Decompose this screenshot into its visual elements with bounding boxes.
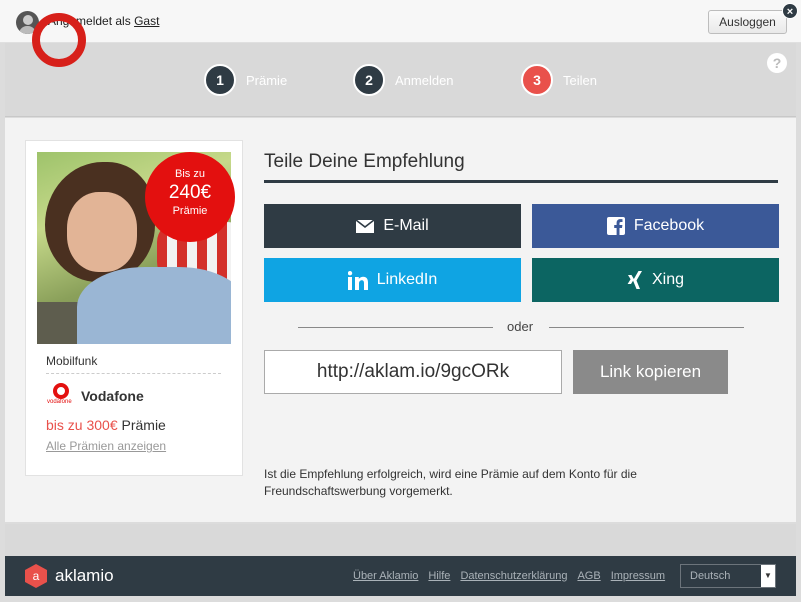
step-number: 2	[353, 64, 385, 96]
or-divider-left	[298, 327, 493, 328]
footer-band	[5, 524, 796, 556]
xing-share-button[interactable]: Xing	[532, 258, 779, 302]
card-divider	[46, 373, 221, 374]
linkedin-icon	[347, 270, 368, 290]
step-number: 3	[521, 64, 553, 96]
footer-link-hilfe[interactable]: Hilfe	[428, 570, 450, 582]
badge-amount: 240€	[168, 182, 212, 203]
language-select[interactable]: Deutsch ▼	[680, 564, 776, 588]
close-icon[interactable]: ×	[782, 3, 798, 19]
footer-link-agb[interactable]: AGB	[577, 570, 600, 582]
linkedin-share-button[interactable]: LinkedIn	[264, 258, 521, 302]
progress-steps: 1 Prämie 2 Anmelden 3 Teilen ?	[5, 13, 796, 117]
email-share-label: E-Mail	[383, 217, 429, 234]
facebook-share-label: Facebook	[633, 217, 705, 234]
copy-link-button[interactable]: Link kopieren	[573, 350, 728, 394]
facebook-share-button[interactable]: Facebook	[532, 204, 779, 248]
linkedin-share-label: LinkedIn	[376, 271, 438, 288]
share-title: Teile Deine Empfehlung	[264, 151, 465, 172]
top-bar: Angemeldet als Gast Ausloggen	[0, 0, 801, 43]
step-label: Teilen	[563, 72, 597, 88]
step-number: 1	[204, 64, 236, 96]
share-title-rule	[264, 180, 778, 183]
chevron-down-icon: ▼	[761, 565, 775, 587]
provider-name: Vodafone	[81, 388, 144, 404]
main-content: Bis zu 240€ Prämie Mobilfunk vodafone Vo…	[5, 118, 796, 522]
referral-link-field[interactable]: http://aklam.io/9gcORk	[264, 350, 562, 394]
step-anmelden: 2 Anmelden	[353, 64, 454, 96]
reward-amount-line: bis zu 300€ Prämie	[46, 417, 166, 433]
or-divider-right	[549, 327, 744, 328]
facebook-icon	[606, 217, 625, 235]
referral-note: Ist die Empfehlung erfolgreich, wird ein…	[264, 467, 637, 498]
vodafone-logo-icon: vodafone	[47, 383, 73, 407]
reward-card: Bis zu 240€ Prämie Mobilfunk vodafone Vo…	[37, 152, 235, 464]
all-rewards-link[interactable]: Alle Prämien anzeigen	[46, 439, 166, 453]
vodafone-logo-text: vodafone	[47, 399, 72, 405]
aklamio-logo-icon: a	[25, 564, 47, 588]
envelope-icon	[356, 219, 375, 233]
footer-link-datenschutz[interactable]: Datenschutzerklärung	[460, 570, 567, 582]
card-category: Mobilfunk	[46, 354, 98, 368]
footer-links: Über Aklamio Hilfe Datenschutzerklärung …	[353, 570, 665, 582]
badge-line-1: Bis zu	[175, 168, 205, 180]
reward-amount: bis zu 300€	[46, 417, 118, 433]
login-user-link[interactable]: Gast	[134, 14, 159, 28]
footer-link-ueber[interactable]: Über Aklamio	[353, 570, 418, 582]
footer: a aklamio Über Aklamio Hilfe Datenschutz…	[5, 556, 796, 596]
step-praemie: 1 Prämie	[204, 64, 287, 96]
step-teilen: 3 Teilen	[521, 64, 597, 96]
email-share-button[interactable]: E-Mail	[264, 204, 521, 248]
badge-line-3: Prämie	[172, 205, 208, 217]
brand-logo-ring	[32, 13, 86, 67]
step-label: Prämie	[246, 72, 288, 88]
xing-icon	[627, 271, 643, 289]
reward-badge: Bis zu 240€ Prämie	[145, 152, 235, 242]
reward-suffix: Prämie	[121, 417, 166, 433]
or-label: oder	[507, 319, 534, 334]
language-select-value: Deutsch	[690, 570, 731, 582]
footer-brand: aklamio	[55, 566, 114, 585]
xing-share-label: Xing	[651, 271, 685, 288]
help-icon[interactable]: ?	[767, 53, 787, 73]
logout-button[interactable]: Ausloggen	[708, 10, 787, 34]
footer-link-impressum[interactable]: Impressum	[611, 570, 665, 582]
step-label: Anmelden	[395, 72, 454, 88]
